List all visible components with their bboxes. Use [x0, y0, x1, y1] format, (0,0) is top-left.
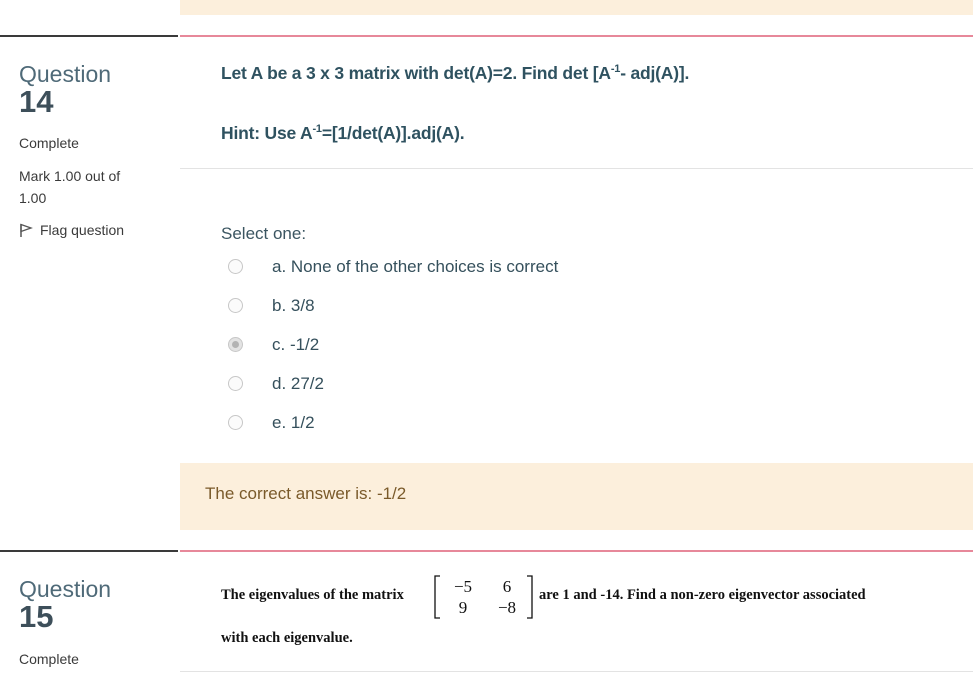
- answer-option-b[interactable]: b. 3/8: [228, 296, 315, 315]
- option-label-c: c. -1/2: [272, 334, 320, 354]
- option-label-b: b. 3/8: [272, 295, 315, 315]
- hint-text-tail: =[1/det(A)].adj(A).: [321, 123, 465, 143]
- question-14-hint: Hint: Use A-1=[1/det(A)].adj(A).: [221, 123, 465, 144]
- answer-option-a[interactable]: a. None of the other choices is correct: [228, 257, 558, 276]
- radio-button-c[interactable]: [228, 337, 243, 352]
- question-text-main: Let A be a 3 x 3 matrix with det(A)=2. F…: [221, 63, 611, 83]
- flag-question-link[interactable]: Flag question: [19, 222, 169, 238]
- question-14-text: Let A be a 3 x 3 matrix with det(A)=2. F…: [221, 63, 689, 84]
- question-grade: Mark 1.00 out of 1.00: [19, 168, 121, 206]
- correct-answer-feedback: The correct answer is: -1/2: [180, 463, 973, 530]
- question-15-divider-bottom: [180, 671, 973, 672]
- matrix-cell: −8: [498, 598, 516, 617]
- flag-icon: [20, 223, 33, 237]
- option-label-a: a. None of the other choices is correct: [272, 256, 559, 276]
- previous-feedback-strip: [180, 0, 973, 15]
- matrix: −5 6 9 −8: [434, 575, 533, 619]
- option-label-e: e. 1/2: [272, 412, 315, 432]
- question-15-text-pre: The eigenvalues of the matrix: [221, 587, 404, 603]
- question-number: 15: [19, 599, 54, 634]
- question-15-info: Question 15: [19, 576, 169, 632]
- flag-question-label: Flag question: [40, 222, 125, 238]
- question-15-text-post: are 1 and -14. Find a non-zero eigenvect…: [539, 587, 866, 603]
- radio-button-d[interactable]: [228, 376, 243, 391]
- matrix-cell: 6: [503, 577, 512, 596]
- matrix-cell: −5: [454, 577, 472, 596]
- correct-answer-text: The correct answer is: -1/2: [205, 484, 407, 503]
- question-15-text-line2: with each eigenvalue.: [221, 630, 353, 646]
- question-state: Complete: [19, 651, 79, 667]
- question-text-superscript: -1: [610, 63, 621, 76]
- radio-button-a[interactable]: [228, 259, 243, 274]
- matrix-right-bracket: [527, 575, 533, 619]
- question-text-tail: - adj(A)].: [620, 63, 690, 83]
- question-state: Complete: [19, 135, 79, 151]
- answer-option-c[interactable]: c. -1/2: [228, 335, 319, 354]
- select-one-prompt: Select one:: [221, 224, 307, 243]
- matrix-cell: 9: [459, 598, 468, 617]
- hint-superscript: -1: [312, 123, 322, 136]
- question-14-divider-right: [180, 35, 973, 37]
- question-14-divider-left: [0, 35, 178, 37]
- radio-button-b[interactable]: [228, 298, 243, 313]
- question-answer-divider: [180, 168, 973, 169]
- matrix-left-bracket: [434, 575, 440, 619]
- question-14-info: Question 14: [19, 61, 169, 117]
- radio-button-e[interactable]: [228, 415, 243, 430]
- hint-text-pre: Hint: Use A: [221, 123, 313, 143]
- answer-option-d[interactable]: d. 27/2: [228, 374, 324, 393]
- question-15-divider-left: [0, 550, 178, 552]
- question-15-divider-right: [180, 550, 973, 552]
- option-label-d: d. 27/2: [272, 373, 324, 393]
- answer-option-e[interactable]: e. 1/2: [228, 413, 315, 432]
- question-number: 14: [19, 84, 54, 119]
